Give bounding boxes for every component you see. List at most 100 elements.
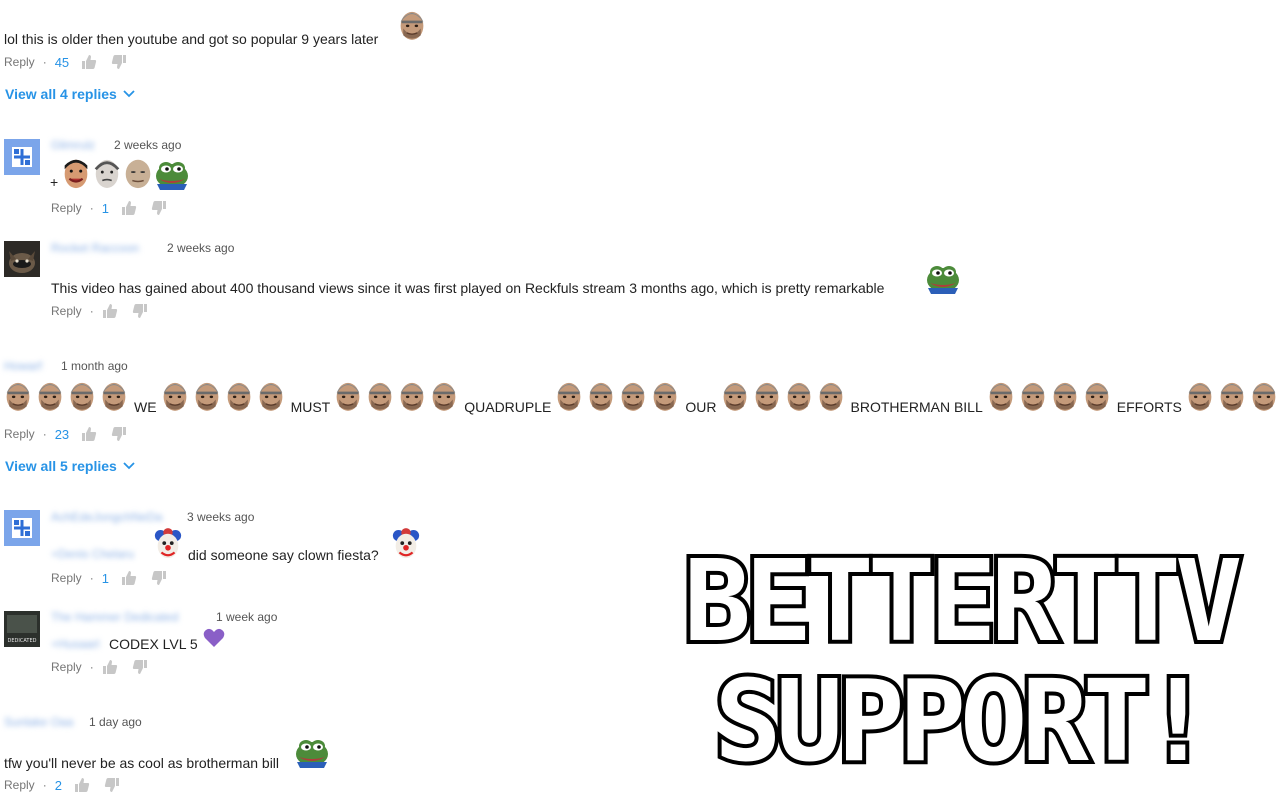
bald-man-emote (36, 377, 64, 415)
comment-word: MUST (290, 399, 331, 415)
thumbs-up-icon[interactable] (81, 54, 97, 70)
thumbs-down-icon[interactable] (104, 777, 120, 793)
reply-button[interactable]: Reply (4, 55, 35, 69)
bald-man-emote (225, 377, 253, 415)
avatar-caption: DEDICATED (7, 638, 37, 644)
bald-man-emote (555, 377, 583, 415)
thumbs-down-icon[interactable] (132, 303, 148, 319)
comment-word: WE (134, 399, 157, 415)
comment-text: tfw you'll never be as cool as brotherma… (4, 755, 280, 771)
timestamp[interactable]: 1 month ago (61, 359, 128, 373)
avatar[interactable] (4, 139, 40, 175)
comment-actions: Reply · (51, 659, 162, 675)
pepe-frog-emote (925, 262, 961, 294)
bald-man-emote (366, 377, 394, 415)
comment-text: CODEX LVL 5 (109, 636, 198, 652)
reply-button[interactable]: Reply (4, 778, 35, 792)
bald-man-emote (193, 377, 221, 415)
reply-button[interactable]: Reply (51, 201, 82, 215)
bald-man-emote (619, 377, 647, 415)
timestamp[interactable]: 3 weeks ago (187, 510, 254, 524)
author-name[interactable]: The Hammer Dedicated (51, 610, 178, 624)
comment-actions: Reply · 45 (4, 54, 141, 70)
bald-man-emote (753, 377, 781, 415)
mention-link[interactable]: +Denis Chelaru (51, 547, 134, 561)
betterttv-support-banner: BETTERTTV SUPPORT! (680, 535, 1250, 775)
bald-man-emote (1218, 377, 1246, 415)
bald-man-emote (4, 377, 32, 415)
bald-man-emote (1019, 377, 1047, 415)
author-name[interactable]: Sunlake Oaa (4, 715, 73, 729)
separator-dot: · (42, 427, 47, 441)
separator-dot: · (89, 201, 94, 215)
comment-word: EFFORTS (1116, 399, 1182, 415)
avatar[interactable] (4, 241, 40, 277)
thumbs-up-icon[interactable] (121, 200, 137, 216)
purple-heart-icon (203, 628, 225, 647)
like-count: 1 (101, 200, 109, 216)
bald-man-emote (1186, 377, 1214, 415)
bald-man-emote (257, 377, 285, 415)
timestamp[interactable]: 2 weeks ago (167, 241, 234, 255)
reply-button[interactable]: Reply (51, 304, 82, 318)
comment-word: QUADRUPLE (464, 399, 552, 415)
comment-word: BROTHERMAN BILL (850, 399, 983, 415)
bald-man-emote (398, 6, 426, 44)
bald-man-emote (100, 377, 128, 415)
timestamp[interactable]: 1 day ago (89, 715, 142, 729)
thumbs-down-icon[interactable] (111, 54, 127, 70)
bald-man-emote (334, 377, 362, 415)
comment-text: This video has gained about 400 thousand… (51, 280, 885, 296)
view-replies-link[interactable]: View all 4 replies (5, 86, 135, 102)
comment-word: OUR (685, 399, 717, 415)
thumbs-up-icon[interactable] (121, 570, 137, 586)
asian-guy-emote (64, 159, 88, 189)
bald-man-emote (161, 377, 189, 415)
author-name[interactable]: Glimrulz (51, 138, 95, 152)
thumbs-down-icon[interactable] (151, 200, 167, 216)
timestamp[interactable]: 2 weeks ago (114, 138, 181, 152)
like-count: 1 (101, 570, 109, 586)
avatar[interactable] (4, 510, 40, 546)
author-name[interactable]: Rocket Raccoon (51, 241, 139, 255)
thumbs-up-icon[interactable] (81, 426, 97, 442)
like-count: 2 (54, 777, 62, 793)
view-replies-link[interactable]: View all 5 replies (5, 458, 135, 474)
timestamp[interactable]: 1 week ago (216, 610, 277, 624)
bald-man-emote (430, 377, 458, 415)
separator-dot: · (42, 55, 47, 69)
bald-man-emote (1250, 377, 1278, 415)
kappa-emote (94, 159, 120, 188)
mention-link[interactable]: +Husaarl (51, 637, 99, 651)
comment-actions: Reply · 23 (4, 426, 141, 442)
separator-dot: · (89, 571, 94, 585)
thumbs-up-icon[interactable] (74, 777, 90, 793)
author-name[interactable]: AchEdeJongchNeDa (51, 510, 162, 524)
comment-text: did someone say clown fiesta? (188, 547, 379, 563)
reply-button[interactable]: Reply (51, 571, 82, 585)
bald-man-emote (721, 377, 749, 415)
bald-man-emote (1083, 377, 1111, 415)
thumbs-down-icon[interactable] (111, 426, 127, 442)
bald-man-emote (587, 377, 615, 415)
author-name[interactable]: Howarf (4, 359, 42, 373)
thumbs-down-icon[interactable] (151, 570, 167, 586)
bald-man-emote (987, 377, 1015, 415)
pepe-frog-emote (294, 736, 330, 768)
emote-spam-row: WE MUST QUADRUPLE OUR BROTHERMAN BILL EFFORTS (4, 377, 1280, 415)
thumbs-up-icon[interactable] (102, 303, 118, 319)
plus-sign: + (50, 174, 59, 190)
reply-button[interactable]: Reply (51, 660, 82, 674)
thumbs-up-icon[interactable] (102, 659, 118, 675)
avatar[interactable]: DEDICATED (4, 611, 40, 647)
comment-text: lol this is older then youtube and got s… (4, 31, 379, 47)
view-replies-label: View all 5 replies (5, 458, 117, 474)
reply-button[interactable]: Reply (4, 427, 35, 441)
thumbs-down-icon[interactable] (132, 659, 148, 675)
pepe-frog-emote (154, 158, 190, 190)
separator-dot: · (89, 304, 94, 318)
chevron-down-icon (123, 90, 135, 98)
bald-man-emote (817, 377, 845, 415)
banner-line-2: SUPPORT! (714, 657, 1205, 775)
bald-man-emote (398, 377, 426, 415)
